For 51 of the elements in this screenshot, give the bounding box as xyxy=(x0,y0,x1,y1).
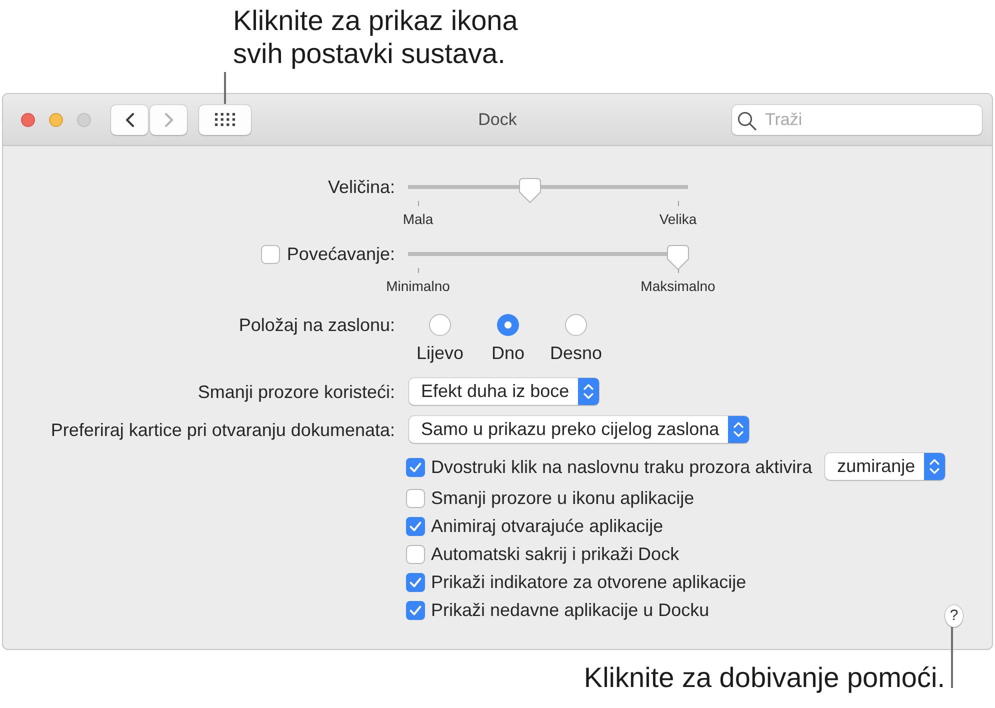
minimize-button[interactable] xyxy=(49,112,63,126)
checkbox-label: Automatski sakrij i prikaži Dock xyxy=(431,543,680,566)
chevron-left-icon xyxy=(124,112,134,128)
checkbox-label: Dvostruki klik na naslovnu traku prozora aktivira xyxy=(431,456,812,479)
search-field[interactable]: Traži xyxy=(732,104,982,134)
leader-line xyxy=(951,627,953,688)
field-label: Veličina: xyxy=(328,177,395,197)
checkbox[interactable] xyxy=(406,544,425,564)
leader-line xyxy=(224,72,226,104)
field-label: Položaj na zaslonu: xyxy=(238,315,395,335)
radio-label: Dno xyxy=(491,343,525,363)
radio-label: Desno xyxy=(550,343,602,363)
scale-label: Velika xyxy=(659,211,697,227)
scale-label: Maksimalno xyxy=(640,278,716,294)
checkbox-label: Prikaži indikatore za otvorene aplikacije xyxy=(431,571,746,594)
checkbox[interactable] xyxy=(406,458,425,476)
checkbox[interactable] xyxy=(406,516,425,536)
popup-button[interactable]: Samo u prikazu preko cijelog zaslona xyxy=(409,416,750,443)
up-down-chevron-icon xyxy=(728,416,750,443)
grid-icon xyxy=(215,113,235,126)
scale-label: Minimalno xyxy=(386,278,450,294)
popup-button[interactable]: Efekt duha iz boce xyxy=(409,378,600,405)
search-icon xyxy=(737,110,757,130)
checkbox-label: Prikaži nedavne aplikacije u Docku xyxy=(431,599,710,622)
field-label: Preferiraj kartice pri otvaranju dokumenata: xyxy=(50,420,395,440)
field-label: Smanji prozore koristeći: xyxy=(198,382,395,402)
up-down-chevron-icon xyxy=(924,453,946,480)
back-button[interactable] xyxy=(111,104,148,134)
radio-button[interactable] xyxy=(497,314,519,336)
checkbox[interactable] xyxy=(260,244,280,264)
checkbox[interactable] xyxy=(406,572,425,592)
scale-label: Mala xyxy=(402,211,434,227)
chevron-right-icon xyxy=(164,112,174,128)
checkbox[interactable] xyxy=(406,488,425,508)
checkbox[interactable] xyxy=(406,600,425,620)
checkbox-label: Povećavanje: xyxy=(286,244,395,264)
slider-thumb[interactable] xyxy=(518,178,541,203)
show-all-button[interactable] xyxy=(199,104,251,134)
radio-label: Lijevo xyxy=(416,343,464,363)
radio-button[interactable] xyxy=(429,314,451,336)
close-button[interactable] xyxy=(21,112,35,126)
checkbox-label: Smanji prozore u ikonu aplikacije xyxy=(431,487,694,510)
help-button[interactable]: ? xyxy=(945,605,963,627)
callout-text: Kliknite za prikaz ikona svih postavki sustava. xyxy=(233,4,519,70)
window-title: Dock xyxy=(478,110,517,130)
radio-button[interactable] xyxy=(565,314,587,336)
up-down-chevron-icon xyxy=(578,378,600,405)
checkbox-label: Animiraj otvarajuće aplikacije xyxy=(431,515,664,538)
slider-thumb[interactable] xyxy=(667,245,689,270)
popup-button[interactable]: zumiranje xyxy=(825,453,946,480)
callout-text: Kliknite za dobivanje pomoći. xyxy=(584,662,945,694)
